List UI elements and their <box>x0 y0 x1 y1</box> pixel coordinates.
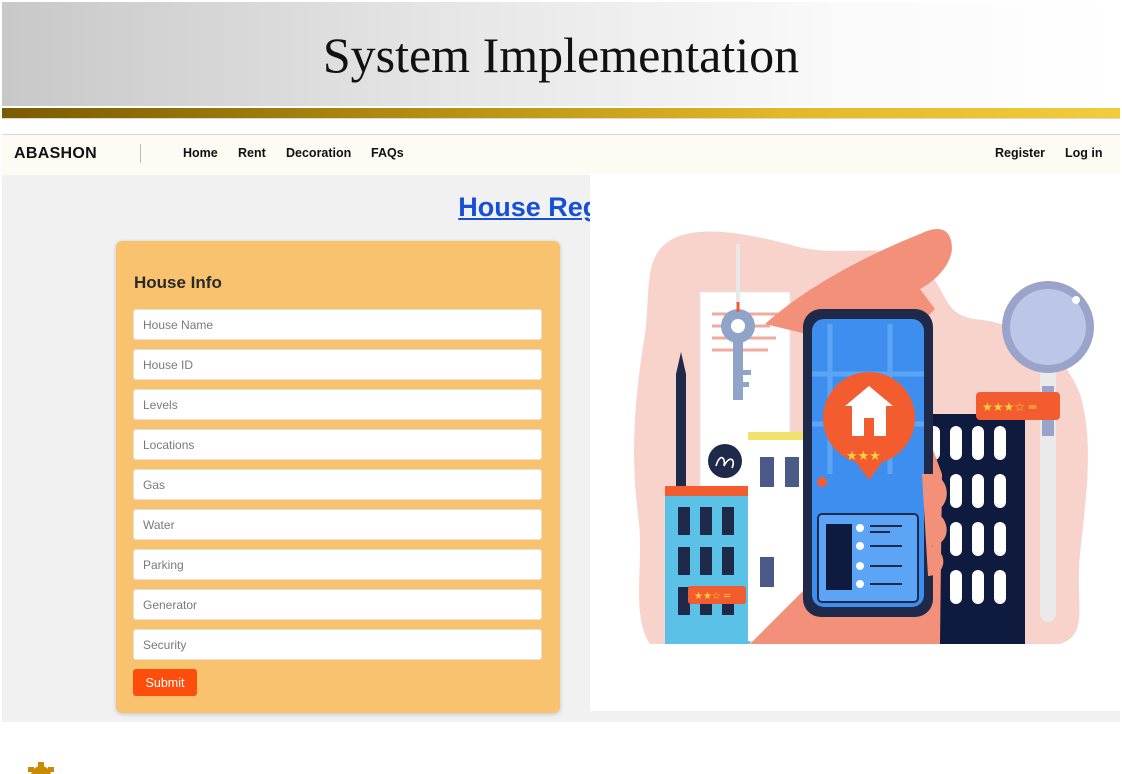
illustration-svg: ★★☆ ═ ★★★ ★★★☆ <box>634 229 1094 644</box>
gold-accent-bar <box>2 108 1120 118</box>
register-link[interactable]: Register <box>995 146 1045 160</box>
house-info-card: House Info Submit <box>116 241 560 713</box>
gear-icon <box>28 762 54 774</box>
navbar: ABASHON Home Rent Decoration FAQs Regist… <box>2 134 1120 175</box>
water-input[interactable] <box>133 509 542 540</box>
card-title: House Info <box>134 273 222 292</box>
small-pin-icon <box>817 477 827 487</box>
divider <box>2 118 1120 119</box>
nav-link-decoration[interactable]: Decoration <box>286 146 351 160</box>
levels-input[interactable] <box>133 389 542 420</box>
gas-input[interactable] <box>133 469 542 500</box>
svg-text:★★☆ ═: ★★☆ ═ <box>694 591 731 602</box>
website-screenshot: ABASHON Home Rent Decoration FAQs Regist… <box>2 134 1120 722</box>
svg-text:★★★☆ ═: ★★★☆ ═ <box>982 400 1037 414</box>
submit-button[interactable]: Submit <box>133 669 197 696</box>
parking-input[interactable] <box>133 549 542 580</box>
brand-logo[interactable]: ABASHON <box>14 145 97 163</box>
nav-link-faqs[interactable]: FAQs <box>371 146 404 160</box>
nav-divider <box>140 144 141 163</box>
nav-link-rent[interactable]: Rent <box>238 146 266 160</box>
locations-input[interactable] <box>133 429 542 460</box>
house-name-input[interactable] <box>133 309 542 340</box>
house-id-input[interactable] <box>133 349 542 380</box>
slide-title: System Implementation <box>322 27 800 83</box>
security-input[interactable] <box>133 629 542 660</box>
house-search-illustration: ★★☆ ═ ★★★ ★★★☆ <box>590 174 1120 711</box>
pin-rating: ★★★ <box>846 449 881 464</box>
nav-link-home[interactable]: Home <box>183 146 218 160</box>
generator-input[interactable] <box>133 589 542 620</box>
login-link[interactable]: Log in <box>1065 146 1103 160</box>
